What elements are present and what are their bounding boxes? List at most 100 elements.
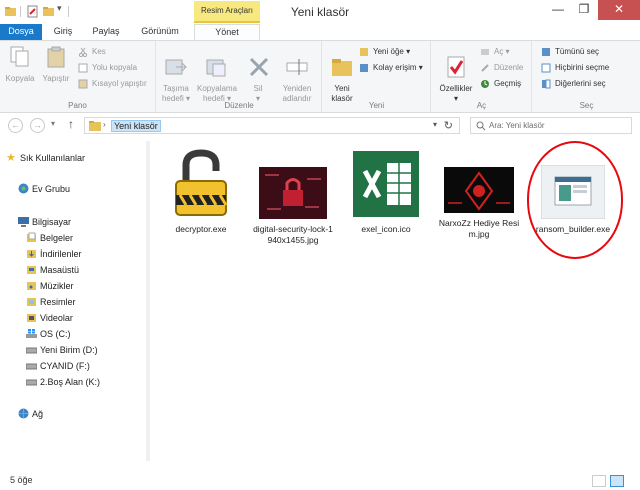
red-annotation-circle [527,141,623,259]
invert-selection-icon [542,79,551,89]
ribbon: Kopyala Yapıştır Kes Yolu kopyala Kısayo… [0,40,640,113]
window-title: Yeni klasör [290,5,350,19]
nav-item-label: CYANID (F:) [40,361,90,371]
nav-item-label: Masaüstü [40,265,80,275]
close-button[interactable]: ✕ [598,0,640,20]
copy-path-label: Yolu kopyala [92,63,138,72]
minimize-button[interactable]: — [545,0,571,20]
address-row: ← → ▾ ↑ › Yeni klasör ▾ ↻ Ara: Yeni klas… [0,113,640,137]
invert-selection-button[interactable]: Diğerlerini seç [541,78,606,90]
invert-selection-label: Diğerlerini seç [555,79,606,88]
select-all-button[interactable]: Tümünü seç [541,46,599,58]
open-button[interactable]: Aç ▾ [480,46,510,58]
delete-x-icon [249,57,269,77]
file-item[interactable]: digital-security-lock-1940x1455.jpg [252,149,334,246]
search-icon [476,121,486,131]
address-bar[interactable]: › Yeni klasör ▾ ↻ [84,117,460,134]
star-icon: ★ [6,152,16,164]
paste-shortcut-button[interactable]: Kısayol yapıştır [78,78,147,90]
properties-button[interactable]: Özellikler ▾ [436,45,476,104]
drive-icon [26,379,37,386]
copy-button[interactable]: Kopyala [4,45,36,84]
open-group-label: Aç [476,101,487,110]
ribbon-tabs: Dosya Giriş Paylaş Görünüm Yönet [0,24,640,40]
cut-label: Kes [92,47,106,56]
paste-shortcut-label: Kısayol yapıştır [92,79,147,88]
search-input[interactable]: Ara: Yeni klasör [470,117,632,134]
excel-icon [353,151,419,217]
large-icons-view-button[interactable] [610,475,624,487]
tab-home[interactable]: Giriş [48,24,78,40]
cut-button[interactable]: Kes [78,46,106,58]
clipboard-group: Kopyala Yapıştır Kes Yolu kopyala Kısayo… [0,41,156,112]
select-none-button[interactable]: Hiçbirini seçme [541,62,609,74]
tab-view[interactable]: Görünüm [134,24,186,40]
rename-button[interactable]: Yeniden adlandır [277,45,317,104]
paste-button[interactable]: Yapıştır [38,45,74,84]
file-item[interactable]: NarxoZz Hediye Resim.jpg [438,149,520,240]
edit-label: Düzenle [494,63,524,72]
easy-access-button[interactable]: Kolay erişim ▾ [359,62,423,74]
documents-icon [27,232,36,242]
forward-button[interactable]: → [30,118,45,133]
new-folder-button[interactable]: Yeni klasör [325,45,359,104]
history-button[interactable]: Geçmiş [480,78,521,90]
select-all-icon [542,48,550,56]
details-view-button[interactable] [592,475,606,487]
network-icon [18,408,29,419]
padlock-icon [175,149,228,216]
rename-icon [286,59,308,75]
breadcrumb-chevron-icon: › [103,120,106,129]
maximize-button[interactable]: ❐ [571,0,597,20]
nav-item-label: 2.Boş Alan (K:) [40,377,101,387]
nav-scrollbar[interactable] [146,141,150,461]
scissors-icon [78,47,88,57]
search-placeholder: Ara: Yeni klasör [489,121,545,130]
paste-shortcut-icon [78,79,88,89]
open-icon [481,49,489,55]
open-group: Özellikler ▾ Aç ▾ Düzenle Geçmiş Aç [432,41,532,112]
security-lock-image-thumbnail [259,167,327,219]
paste-label: Yapıştır [42,74,70,83]
tab-share[interactable]: Paylaş [88,24,124,40]
clipboard-group-label: Pano [68,101,87,110]
delete-button[interactable]: Sil ▾ [247,45,269,104]
edit-button[interactable]: Düzenle [480,62,523,74]
organize-group-label: Düzenle [224,101,254,110]
file-name: decryptor.exe [175,224,227,234]
open-label: Aç ▾ [494,47,510,56]
nav-item-label: İndirilenler [40,249,82,259]
file-name: digital-security-lock-1940x1455.jpg [253,224,333,245]
select-none-icon [541,63,551,73]
copy-to-button[interactable]: Kopyalama hedefi ▾ [195,45,239,104]
file-item[interactable]: decryptor.exe [160,149,242,235]
copy-path-button[interactable]: Yolu kopyala [78,62,137,74]
new-group: Yeni klasör Yeni öğe ▾ Kolay erişim ▾ Ye… [323,41,431,112]
copy-label: Kopyala [5,74,35,83]
nav-item-label: Yeni Birim (D:) [40,345,98,355]
up-button[interactable]: ↑ [68,117,74,131]
move-to-button[interactable]: Taşıma hedefi ▾ [159,45,193,104]
tab-file[interactable]: Dosya [0,24,42,40]
properties-icon [447,56,465,78]
paste-icon [47,46,65,68]
recent-dropdown-icon[interactable]: ▾ [51,119,55,128]
edit-icon [481,64,489,72]
file-name: NarxoZz Hediye Resim.jpg [438,218,520,239]
tab-manage[interactable]: Yönet [194,24,260,40]
file-item[interactable]: exel_icon.ico [345,149,427,235]
breadcrumb-current[interactable]: Yeni klasör [111,120,161,132]
new-group-label: Yeni [368,101,385,110]
copy-path-icon [78,63,88,73]
title-bar: ▾ Resim Araçları Yeni klasör — ❐ ✕ [0,0,640,24]
history-icon [481,80,489,88]
refresh-icon[interactable]: ↻ [444,119,453,132]
navigation-pane: ★ Sık Kullanılanlar Ev Grubu Bilgisayar … [0,141,150,461]
music-icon [27,282,36,290]
address-dropdown-icon[interactable]: ▾ [433,120,437,129]
nav-item-label: Videolar [40,313,73,323]
nav-favorites-label: Sık Kullanılanlar [20,153,86,163]
drive-icon [26,363,37,370]
new-item-button[interactable]: Yeni öğe ▾ [359,46,410,58]
back-button[interactable]: ← [8,118,23,133]
